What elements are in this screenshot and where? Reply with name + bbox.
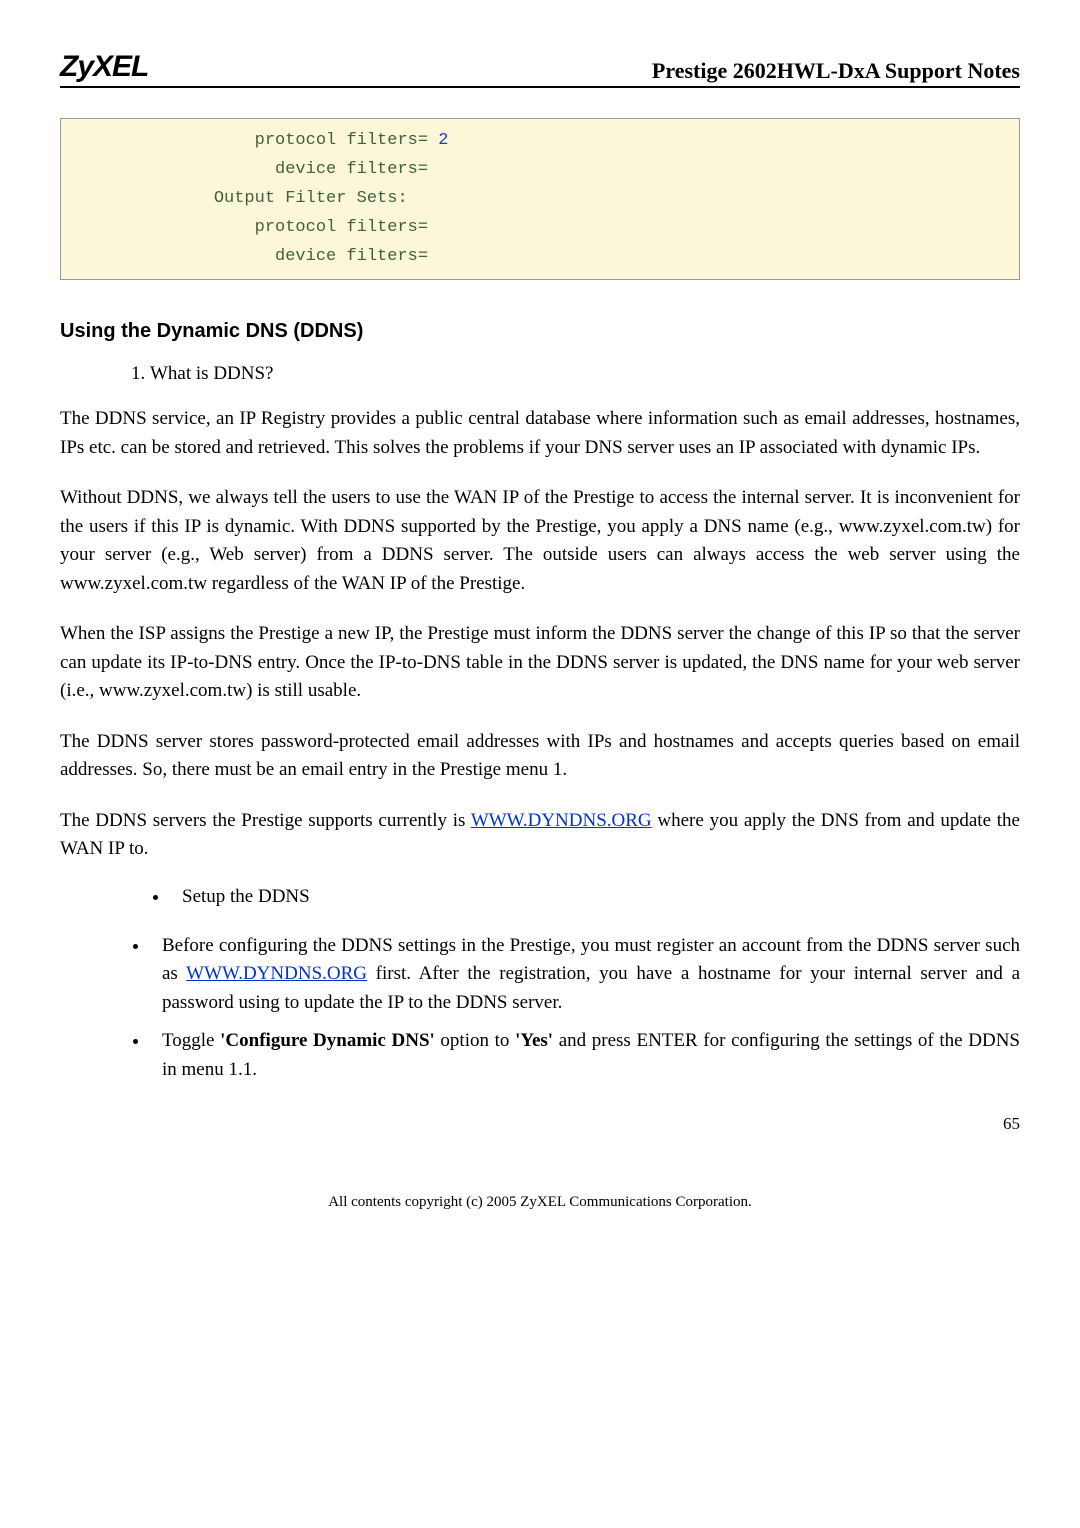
bold-text: 'Configure Dynamic DNS': [220, 1030, 435, 1051]
code-line: device filters=: [71, 243, 1009, 272]
dyndns-link[interactable]: WWW.DYNDNS.ORG: [471, 810, 652, 831]
list-item: Toggle 'Configure Dynamic DNS' option to…: [150, 1027, 1020, 1084]
code-block: protocol filters= 2 device filters= Outp…: [60, 118, 1020, 280]
page-header: ZyXEL Prestige 2602HWL-DxA Support Notes: [60, 50, 1020, 88]
text-run: option to: [435, 1030, 515, 1051]
code-value: 2: [438, 131, 448, 150]
text-run: The DDNS servers the Prestige supports c…: [60, 810, 471, 831]
paragraph: Without DDNS, we always tell the users t…: [60, 484, 1020, 598]
copyright-footer: All contents copyright (c) 2005 ZyXEL Co…: [60, 1194, 1020, 1211]
list-item: Setup the DDNS: [170, 886, 1020, 908]
list-item: What is DDNS?: [150, 363, 1020, 385]
list-item: Before configuring the DDNS settings in …: [150, 932, 1020, 1018]
code-line: protocol filters=: [71, 131, 438, 150]
dyndns-link[interactable]: WWW.DYNDNS.ORG: [186, 963, 367, 984]
text-run: Toggle: [162, 1030, 220, 1051]
paragraph: The DDNS servers the Prestige supports c…: [60, 807, 1020, 864]
section-heading: Using the Dynamic DNS (DDNS): [60, 320, 1020, 343]
code-line: protocol filters=: [71, 214, 1009, 243]
page-number: 65: [60, 1114, 1020, 1134]
code-line: device filters=: [71, 156, 1009, 185]
bullet-list: Setup the DDNS: [130, 886, 1020, 908]
brand-logo: ZyXEL: [60, 50, 148, 84]
numbered-list: What is DDNS?: [110, 363, 1020, 385]
bullet-list: Before configuring the DDNS settings in …: [110, 932, 1020, 1085]
paragraph: The DDNS service, an IP Registry provide…: [60, 405, 1020, 462]
paragraph: The DDNS server stores password-protecte…: [60, 728, 1020, 785]
bold-text: 'Yes': [515, 1030, 553, 1051]
paragraph: When the ISP assigns the Prestige a new …: [60, 620, 1020, 706]
code-line: Output Filter Sets:: [71, 185, 1009, 214]
page-title: Prestige 2602HWL-DxA Support Notes: [652, 58, 1020, 84]
